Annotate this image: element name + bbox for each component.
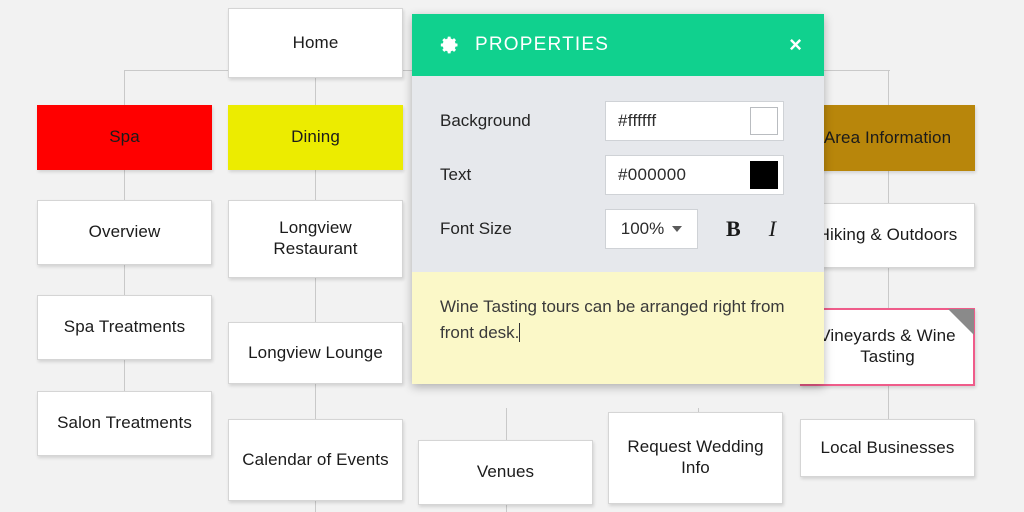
sitemap-node-salon-treatments[interactable]: Salon Treatments	[37, 391, 212, 456]
bold-button[interactable]: B	[726, 216, 741, 242]
font-size-field-row: Font Size 100% B I	[440, 202, 796, 256]
connector-line	[124, 265, 125, 297]
sitemap-node-spa[interactable]: Spa	[37, 105, 212, 170]
connector-line	[315, 501, 316, 512]
text-color-swatch[interactable]	[750, 161, 778, 189]
sitemap-node-label: Venues	[477, 462, 534, 483]
sitemap-node-local-businesses[interactable]: Local Businesses	[800, 419, 975, 477]
connector-line	[888, 268, 889, 310]
sitemap-node-label: Longview Lounge	[248, 343, 383, 364]
connector-line	[506, 505, 507, 512]
properties-panel-title: PROPERTIES	[475, 34, 789, 56]
sitemap-canvas: Home Spa Dining Area Information Overview Lon…	[0, 0, 1024, 512]
sitemap-node-longview-restaurant[interactable]: Longview Restaurant	[228, 200, 403, 278]
folded-corner-icon	[948, 309, 974, 335]
sitemap-node-label: Hiking & Outdoors	[818, 225, 958, 246]
sitemap-node-label: Salon Treatments	[57, 413, 192, 434]
text-color-input[interactable]: #000000	[605, 155, 784, 195]
note-text: Wine Tasting tours can be arranged right…	[440, 297, 789, 342]
italic-button[interactable]: I	[769, 216, 776, 242]
background-label: Background	[440, 111, 605, 131]
sitemap-node-label: Home	[293, 33, 339, 54]
font-size-select[interactable]: 100%	[605, 209, 698, 249]
text-label: Text	[440, 165, 605, 185]
connector-line	[506, 408, 507, 442]
background-color-input[interactable]: #ffffff	[605, 101, 784, 141]
sitemap-node-label: Dining	[291, 127, 340, 148]
sitemap-node-spa-treatments[interactable]: Spa Treatments	[37, 295, 212, 360]
connector-line	[888, 70, 889, 106]
gear-icon	[440, 35, 460, 55]
connector-line	[888, 171, 889, 205]
sitemap-node-dining[interactable]: Dining	[228, 105, 403, 170]
sitemap-node-longview-lounge[interactable]: Longview Lounge	[228, 322, 403, 384]
text-cursor	[519, 323, 520, 342]
sitemap-node-label: Calendar of Events	[242, 450, 388, 471]
font-size-value: 100%	[621, 219, 664, 239]
sitemap-node-label: Overview	[89, 222, 161, 243]
text-color-value: #000000	[618, 165, 686, 185]
sitemap-node-label: Request Wedding Info	[617, 437, 774, 478]
connector-line	[124, 70, 125, 106]
background-color-swatch[interactable]	[750, 107, 778, 135]
text-field-row: Text #000000	[440, 148, 796, 202]
connector-line	[888, 386, 889, 420]
connector-line	[124, 170, 125, 202]
background-color-value: #ffffff	[618, 111, 656, 131]
sitemap-node-overview[interactable]: Overview	[37, 200, 212, 265]
sitemap-node-home[interactable]: Home	[228, 8, 403, 78]
connector-line	[315, 384, 316, 420]
sitemap-node-label: Spa	[109, 127, 140, 148]
connector-line	[315, 170, 316, 202]
connector-line	[124, 360, 125, 392]
chevron-down-icon	[672, 226, 682, 232]
sitemap-node-label: Spa Treatments	[64, 317, 185, 338]
sitemap-node-label: Longview Restaurant	[237, 218, 394, 259]
sitemap-node-hiking-outdoors[interactable]: Hiking & Outdoors	[800, 203, 975, 268]
sitemap-node-area-information[interactable]: Area Information	[800, 105, 975, 171]
sitemap-node-venues[interactable]: Venues	[418, 440, 593, 505]
properties-panel-header: PROPERTIES ×	[412, 14, 824, 76]
connector-line	[315, 278, 316, 324]
note-textarea[interactable]: Wine Tasting tours can be arranged right…	[412, 272, 824, 384]
sitemap-node-label: Area Information	[824, 128, 951, 149]
background-field-row: Background #ffffff	[440, 94, 796, 148]
sitemap-node-label: Vineyards & Wine Tasting	[810, 326, 965, 367]
properties-panel: PROPERTIES × Background #ffffff Text #00…	[412, 14, 824, 384]
close-icon[interactable]: ×	[789, 34, 802, 56]
sitemap-node-label: Local Businesses	[821, 438, 955, 459]
properties-panel-body: Background #ffffff Text #000000 Font Siz…	[412, 76, 824, 272]
sitemap-node-request-wedding[interactable]: Request Wedding Info	[608, 412, 783, 504]
sitemap-node-calendar-of-events[interactable]: Calendar of Events	[228, 419, 403, 501]
sitemap-node-vineyards-wine[interactable]: Vineyards & Wine Tasting	[800, 308, 975, 386]
font-size-label: Font Size	[440, 219, 605, 239]
